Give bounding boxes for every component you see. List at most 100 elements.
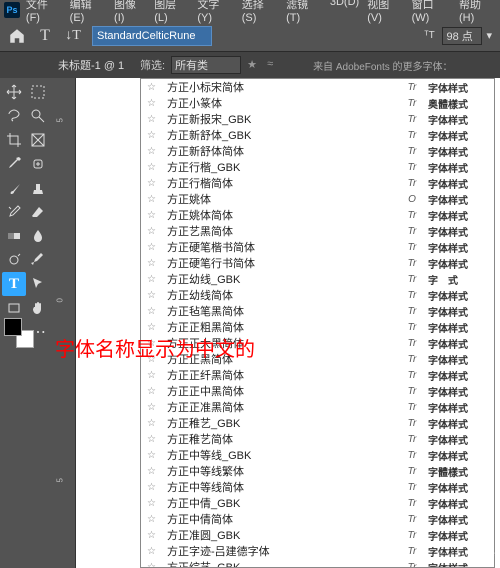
star-icon[interactable]: ☆: [147, 482, 159, 493]
font-size-input[interactable]: [442, 27, 482, 45]
font-list-item[interactable]: ☆方正稚艺简体Tr字体样式: [141, 431, 494, 447]
hand-tool[interactable]: [26, 296, 50, 320]
font-list-item[interactable]: ☆方正行楷_GBKTr字体样式: [141, 159, 494, 175]
healing-tool[interactable]: [26, 152, 50, 176]
color-swatches[interactable]: [4, 318, 48, 358]
star-icon[interactable]: ☆: [147, 402, 159, 413]
font-list-item[interactable]: ☆方正小篆体Tr奥體樣式: [141, 95, 494, 111]
brush-tool[interactable]: [2, 176, 26, 200]
menu-item[interactable]: 文件(F): [22, 0, 66, 26]
star-icon[interactable]: ☆: [147, 162, 159, 173]
star-icon[interactable]: ☆: [147, 210, 159, 221]
menu-item[interactable]: 帮助(H): [455, 0, 500, 26]
font-list-item[interactable]: ☆方正新舒体简体Tr字体样式: [141, 143, 494, 159]
font-list-item[interactable]: ☆方正正黑简体Tr字体样式: [141, 351, 494, 367]
blur-tool[interactable]: [26, 224, 50, 248]
foreground-swatch[interactable]: [4, 318, 22, 336]
history-brush-tool[interactable]: [2, 200, 26, 224]
font-list-item[interactable]: ☆方正中等线_GBKTr字体样式: [141, 447, 494, 463]
menu-item[interactable]: 视图(V): [363, 0, 407, 26]
font-list-item[interactable]: ☆方正行楷简体Tr字体样式: [141, 175, 494, 191]
font-list-item[interactable]: ☆方正正中黑简体Tr字体样式: [141, 383, 494, 399]
font-list-item[interactable]: ☆方正正准黑简体Tr字体样式: [141, 399, 494, 415]
font-list-item[interactable]: ☆方正中倩简体Tr字体样式: [141, 511, 494, 527]
font-list-item[interactable]: ☆方正准圆_GBKTr字体样式: [141, 527, 494, 543]
crop-tool[interactable]: [2, 128, 26, 152]
favorite-filter-icon[interactable]: ★: [247, 58, 261, 72]
clone-stamp-tool[interactable]: [26, 176, 50, 200]
star-icon[interactable]: ☆: [147, 130, 159, 141]
star-icon[interactable]: ☆: [147, 546, 159, 557]
star-icon[interactable]: ☆: [147, 114, 159, 125]
font-list-item[interactable]: ☆方正中等线简体Tr字体样式: [141, 479, 494, 495]
star-icon[interactable]: ☆: [147, 434, 159, 445]
rectangle-tool[interactable]: [2, 296, 26, 320]
star-icon[interactable]: ☆: [147, 498, 159, 509]
similar-filter-icon[interactable]: ≈: [267, 58, 281, 72]
menu-item[interactable]: 选择(S): [238, 0, 282, 26]
quick-select-tool[interactable]: [26, 104, 50, 128]
star-icon[interactable]: ☆: [147, 258, 159, 269]
adobe-fonts-link[interactable]: 来自 AdobeFonts 的更多字体：: [313, 58, 452, 73]
star-icon[interactable]: ☆: [147, 386, 159, 397]
star-icon[interactable]: ☆: [147, 242, 159, 253]
font-list-item[interactable]: ☆方正新报宋_GBKTr字体样式: [141, 111, 494, 127]
menu-item[interactable]: 滤镜(T): [282, 0, 326, 26]
star-icon[interactable]: ☆: [147, 450, 159, 461]
menu-item[interactable]: 窗口(W): [408, 0, 455, 26]
star-icon[interactable]: ☆: [147, 530, 159, 541]
font-list-item[interactable]: ☆方正毡笔黑简体Tr字体样式: [141, 303, 494, 319]
star-icon[interactable]: ☆: [147, 370, 159, 381]
star-icon[interactable]: ☆: [147, 98, 159, 109]
font-list-item[interactable]: ☆方正正大黑简体Tr字体样式: [141, 335, 494, 351]
gradient-tool[interactable]: [2, 224, 26, 248]
font-list-item[interactable]: ☆方正中等线繁体Tr字體樣式: [141, 463, 494, 479]
path-select-tool[interactable]: [26, 272, 50, 296]
font-list-item[interactable]: ☆方正字迹-吕建德字体Tr字体样式: [141, 543, 494, 559]
star-icon[interactable]: ☆: [147, 82, 159, 93]
orientation-icon[interactable]: ↓T: [64, 27, 82, 45]
menu-item[interactable]: 文字(Y): [193, 0, 237, 26]
font-list-item[interactable]: ☆方正姚体O字体样式: [141, 191, 494, 207]
eyedropper-tool[interactable]: [2, 152, 26, 176]
font-list-item[interactable]: ☆方正姚体简体Tr字体样式: [141, 207, 494, 223]
marquee-tool[interactable]: [26, 80, 50, 104]
dodge-tool[interactable]: [2, 248, 26, 272]
font-list-item[interactable]: ☆方正正粗黑简体Tr字体样式: [141, 319, 494, 335]
font-list-item[interactable]: ☆方正幼线_GBKTr字 式: [141, 271, 494, 287]
font-list-item[interactable]: ☆方正中倩_GBKTr字体样式: [141, 495, 494, 511]
menu-item[interactable]: 图像(I): [110, 0, 150, 26]
star-icon[interactable]: ☆: [147, 514, 159, 525]
menu-item[interactable]: 图层(L): [150, 0, 193, 26]
font-dropdown-list[interactable]: ☆方正小标宋简体Tr字体样式☆方正小篆体Tr奥體樣式☆方正新报宋_GBKTr字体…: [140, 78, 495, 568]
star-icon[interactable]: ☆: [147, 290, 159, 301]
star-icon[interactable]: ☆: [147, 226, 159, 237]
font-list-item[interactable]: ☆方正新舒体_GBKTr字体样式: [141, 127, 494, 143]
star-icon[interactable]: ☆: [147, 178, 159, 189]
star-icon[interactable]: ☆: [147, 418, 159, 429]
menu-item[interactable]: 编辑(E): [66, 0, 110, 26]
filter-select[interactable]: [171, 56, 241, 74]
star-icon[interactable]: ☆: [147, 306, 159, 317]
star-icon[interactable]: ☆: [147, 322, 159, 333]
font-list-item[interactable]: ☆方正艺黑简体Tr字体样式: [141, 223, 494, 239]
font-list-item[interactable]: ☆方正幼线简体Tr字体样式: [141, 287, 494, 303]
home-icon[interactable]: [8, 27, 26, 45]
eraser-tool[interactable]: [26, 200, 50, 224]
font-family-input[interactable]: [92, 26, 212, 46]
font-list-item[interactable]: ☆方正小标宋简体Tr字体样式: [141, 79, 494, 95]
menu-item[interactable]: 3D(D): [326, 0, 363, 26]
star-icon[interactable]: ☆: [147, 194, 159, 205]
font-list-item[interactable]: ☆方正稚艺_GBKTr字体样式: [141, 415, 494, 431]
font-list-item[interactable]: ☆方正硬笔楷书简体Tr字体样式: [141, 239, 494, 255]
font-list-item[interactable]: ☆方正综艺_GBKTr字体样式: [141, 559, 494, 568]
star-icon[interactable]: ☆: [147, 562, 159, 568]
type-tool[interactable]: T: [2, 272, 26, 296]
tab-title[interactable]: 未标题-1 @ 1: [58, 57, 124, 73]
font-list-item[interactable]: ☆方正硬笔行书简体Tr字体样式: [141, 255, 494, 271]
star-icon[interactable]: ☆: [147, 466, 159, 477]
pen-tool[interactable]: [26, 248, 50, 272]
frame-tool[interactable]: [26, 128, 50, 152]
star-icon[interactable]: ☆: [147, 274, 159, 285]
move-tool[interactable]: [2, 80, 26, 104]
